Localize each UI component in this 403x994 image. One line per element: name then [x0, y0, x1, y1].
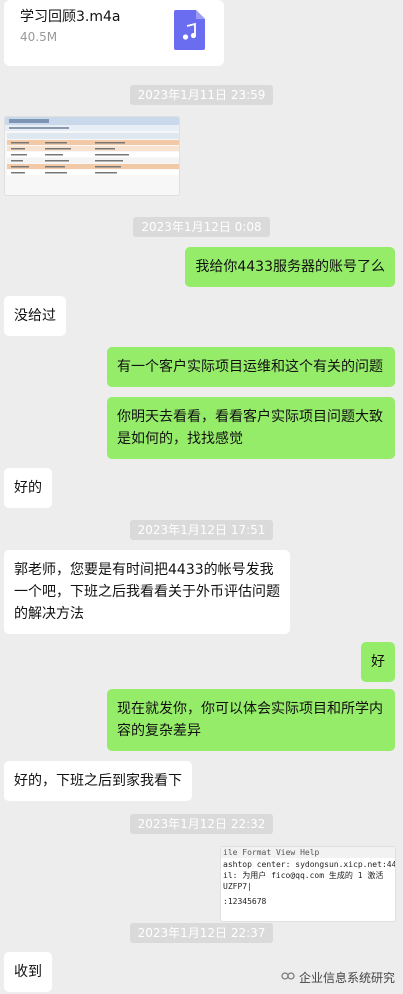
file-size: 40.5M	[20, 30, 58, 44]
timestamp: 2023年1月12日 17:51	[0, 519, 403, 540]
terminal-line: il: 为用户 fico@qq.com 生成的 1 激活	[223, 871, 384, 880]
terminal-line: ashtop center: sydongsun.xicp.net:44	[223, 860, 396, 869]
music-file-icon	[174, 10, 205, 50]
audio-file-card[interactable]: 学习回顾3.m4a 40.5M	[4, 0, 224, 66]
timestamp: 2023年1月11日 23:59	[0, 84, 403, 105]
message-received: 收到	[4, 952, 52, 992]
watermark-text: 企业信息系统研究	[298, 971, 395, 985]
message-sent: 我给你4433服务器的账号了么	[185, 247, 395, 287]
terminal-line: :12345678	[223, 897, 267, 906]
message-sent: 有一个客户实际项目运维和这个有关的问题	[107, 347, 395, 387]
terminal-line: UZFP7|	[223, 882, 252, 891]
screenshot-thumbnail[interactable]	[4, 116, 180, 196]
message-sent: 你明天去看看，看看客户实际项目问题大致是如何的，找找感觉	[107, 397, 395, 459]
timestamp: 2023年1月12日 22:37	[0, 922, 403, 943]
message-received: 好的，下班之后到家我看下	[4, 761, 192, 801]
message-sent: 现在就发你，你可以体会实际项目和所学内容的复杂差异	[107, 689, 395, 751]
wechat-channel-icon	[281, 969, 295, 986]
message-received: 没给过	[4, 296, 66, 336]
file-name: 学习回顾3.m4a	[20, 9, 121, 25]
message-sent: 好	[361, 642, 395, 682]
timestamp: 2023年1月12日 22:32	[0, 813, 403, 834]
message-received: 好的	[4, 468, 52, 508]
timestamp: 2023年1月12日 0:08	[0, 216, 403, 237]
watermark: 企业信息系统研究	[281, 969, 395, 986]
screenshot-thumbnail[interactable]: ile Format View Help ashtop center: sydo…	[220, 846, 396, 922]
message-received: 郭老师，您要是有时间把4433的帐号发我一个吧，下班之后我看看关于外币评估问题的…	[4, 550, 290, 634]
terminal-menu: ile Format View Help	[221, 847, 395, 858]
